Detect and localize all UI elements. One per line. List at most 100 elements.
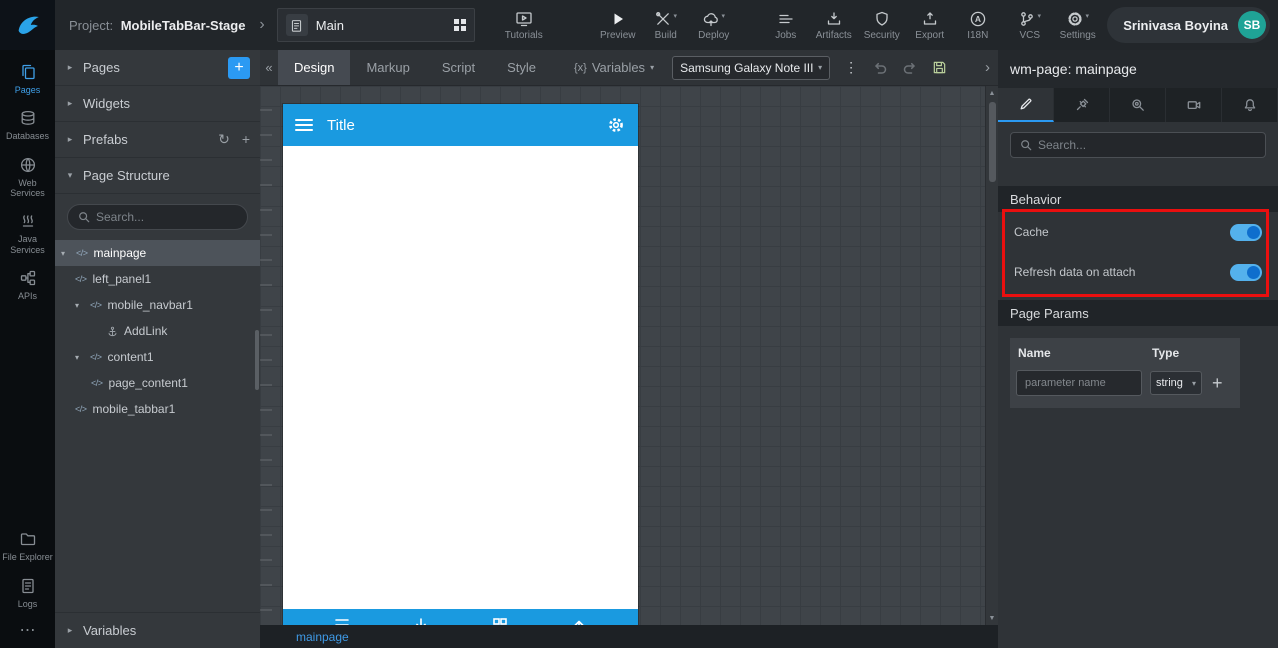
column-type: Type <box>1152 346 1180 360</box>
tabbar-grid-icon[interactable] <box>490 615 510 625</box>
add-prefab-button[interactable]: + <box>242 131 250 148</box>
artifacts-button[interactable]: Artifacts <box>811 0 857 50</box>
section-page-structure[interactable]: ▾ Page Structure <box>55 158 260 194</box>
sidebar-item-java-services[interactable]: Java Services <box>0 205 55 262</box>
user-name: Srinivasa Boyina <box>1123 17 1228 33</box>
tab-script[interactable]: Script <box>426 50 491 85</box>
pages-grid-icon[interactable] <box>453 19 466 31</box>
preview-button[interactable]: Preview <box>595 0 641 50</box>
section-variables[interactable]: ▸ Variables <box>55 612 260 648</box>
properties-search-input[interactable] <box>1038 138 1256 152</box>
tab-properties[interactable] <box>998 88 1054 122</box>
settings-button[interactable]: ▾ Settings <box>1055 0 1101 50</box>
tab-markup[interactable]: Markup <box>350 50 425 85</box>
add-param-button[interactable]: + <box>1212 374 1223 392</box>
caret-icon: ▸ <box>67 625 73 635</box>
collapse-left-panel-button[interactable]: « <box>260 50 278 85</box>
page-params-row: string ▾ + <box>1010 368 1240 398</box>
redo-button[interactable] <box>902 60 918 76</box>
tab-notifications[interactable] <box>1222 88 1278 122</box>
mobile-tabbar-widget[interactable] <box>283 609 638 625</box>
page-content-widget[interactable] <box>283 146 638 625</box>
tree-item-content1[interactable]: ▾ </> content1 <box>55 344 260 370</box>
tabbar-list-icon[interactable] <box>332 615 352 625</box>
i18n-button[interactable]: A I18N <box>955 0 1001 50</box>
more-options-button[interactable]: ⋮ <box>844 59 858 76</box>
page-switcher-value: Main <box>315 17 344 33</box>
project-name: MobileTabBar-Stage <box>120 17 246 33</box>
tree-item-addlink[interactable]: AddLink <box>55 318 260 344</box>
tree-item-left-panel1[interactable]: </> left_panel1 <box>55 266 260 292</box>
add-page-button[interactable]: + <box>228 56 250 79</box>
device-select[interactable]: Samsung Galaxy Note III ▾ <box>672 55 831 80</box>
sidebar-item-apis[interactable]: APIs <box>0 262 55 308</box>
scrollbar-thumb[interactable] <box>255 330 259 390</box>
menu-icon[interactable] <box>295 119 313 131</box>
structure-search-input[interactable] <box>96 210 237 224</box>
behavior-section-header: Behavior <box>998 186 1278 212</box>
rail-more-button[interactable]: ⋯ <box>20 616 36 642</box>
expand-caret-icon[interactable]: ▾ <box>75 353 84 362</box>
section-prefabs[interactable]: ▸ Prefabs ↻ + <box>55 122 260 158</box>
refresh-data-toggle[interactable] <box>1230 263 1262 281</box>
sidebar-item-file-explorer[interactable]: File Explorer <box>0 523 55 569</box>
section-title: Page Params <box>1010 305 1089 321</box>
action-label: Security <box>863 29 900 41</box>
tutorials-button[interactable]: Tutorials <box>501 0 547 50</box>
tab-styles[interactable] <box>1054 88 1110 122</box>
cache-toggle[interactable] <box>1230 223 1262 241</box>
tabbar-arrow-up-icon[interactable] <box>569 615 589 625</box>
section-widgets[interactable]: ▸ Widgets <box>55 86 260 122</box>
status-active-page[interactable]: mainpage <box>296 630 349 644</box>
gear-icon[interactable] <box>606 115 626 135</box>
rail-label: Java Services <box>10 234 45 255</box>
globe-icon <box>20 157 35 172</box>
tree-item-mobile-tabbar1[interactable]: </> mobile_tabbar1 <box>55 396 260 422</box>
collapse-right-panel-button[interactable]: › <box>981 59 994 76</box>
page-switcher[interactable]: Main <box>276 8 475 42</box>
section-pages[interactable]: ▸ Pages + <box>55 50 260 86</box>
folder-icon <box>20 533 35 546</box>
rail-label: Logs <box>17 598 38 609</box>
scroll-up-button[interactable]: ▲ <box>989 86 996 100</box>
sidebar-item-web-services[interactable]: Web Services <box>0 149 55 206</box>
deploy-button[interactable]: ▾ Deploy <box>691 0 737 50</box>
action-label: Jobs <box>775 29 797 41</box>
param-name-input[interactable] <box>1016 370 1142 396</box>
tab-device[interactable] <box>1166 88 1222 122</box>
sidebar-item-databases[interactable]: Databases <box>0 102 55 148</box>
scrollbar-thumb[interactable] <box>988 102 996 182</box>
tree-item-page-content1[interactable]: </> page_content1 <box>55 370 260 396</box>
mobile-navbar-title[interactable]: Title <box>327 117 592 134</box>
tree-item-mobile-navbar1[interactable]: ▾ </> mobile_navbar1 <box>55 292 260 318</box>
user-menu[interactable]: Srinivasa Boyina SB <box>1107 7 1270 43</box>
expand-caret-icon[interactable]: ▾ <box>61 249 70 258</box>
action-label: Preview <box>599 29 636 41</box>
app-logo[interactable] <box>0 0 55 50</box>
mobile-navbar-widget[interactable]: Title <box>283 104 638 146</box>
tab-style[interactable]: Style <box>491 50 552 85</box>
param-type-select[interactable]: string ▾ <box>1150 371 1202 395</box>
toggle-knob <box>1247 265 1260 279</box>
tree-item-mainpage[interactable]: ▾ </> mainpage <box>55 240 260 266</box>
database-icon <box>21 111 34 126</box>
variables-button[interactable]: {x} Variables ▾ <box>574 60 654 75</box>
sidebar-item-logs[interactable]: Logs <box>0 570 55 616</box>
expand-caret-icon[interactable]: ▾ <box>75 301 84 310</box>
tabbar-arrow-down-icon[interactable] <box>411 615 431 625</box>
tab-design[interactable]: Design <box>278 50 351 85</box>
sidebar-item-pages[interactable]: Pages <box>0 56 55 102</box>
refresh-prefabs-button[interactable]: ↻ <box>218 131 230 148</box>
save-button[interactable] <box>932 60 947 75</box>
undo-button[interactable] <box>872 60 888 76</box>
variables-icon: {x} <box>573 61 587 74</box>
tab-inspect[interactable] <box>1110 88 1166 122</box>
scroll-down-button[interactable]: ▼ <box>989 611 996 625</box>
security-button[interactable]: Security <box>859 0 905 50</box>
jobs-button[interactable]: Jobs <box>763 0 809 50</box>
rail-label: Pages <box>14 85 41 95</box>
build-button[interactable]: ▾ Build <box>643 0 689 50</box>
vcs-button[interactable]: ▾ VCS <box>1007 0 1053 50</box>
export-button[interactable]: Export <box>907 0 953 50</box>
design-canvas[interactable]: Title ▲ ▼ <box>260 86 998 625</box>
